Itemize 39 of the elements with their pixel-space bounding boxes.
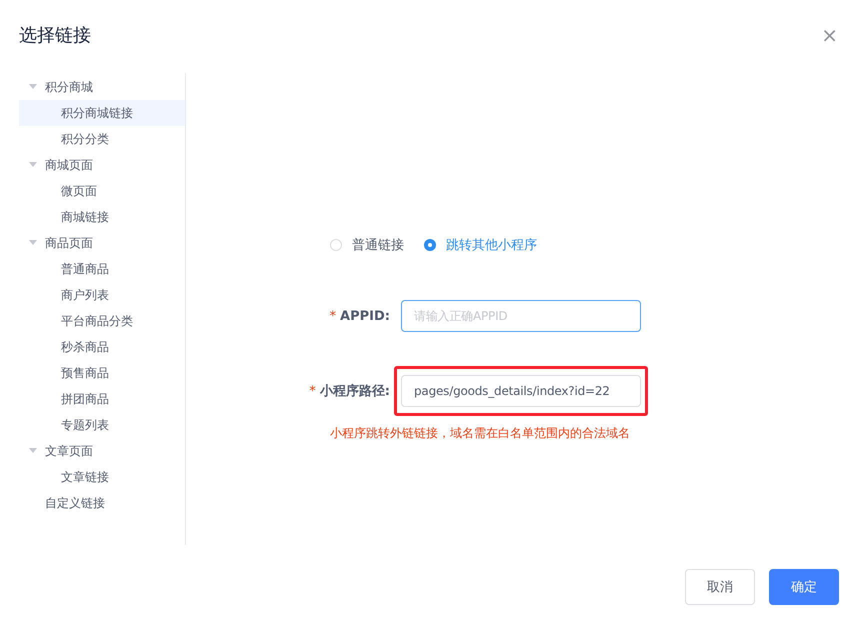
- radio-label: 跳转其他小程序: [446, 237, 537, 254]
- field-label-text: 小程序路径:: [320, 384, 390, 399]
- tree-group[interactable]: 商城页面: [19, 152, 185, 178]
- input-field[interactable]: 请输入正确APPID: [401, 300, 641, 332]
- tree-item[interactable]: 专题列表: [19, 412, 185, 438]
- tree-item[interactable]: 商城链接: [19, 204, 185, 230]
- tree-group[interactable]: 商品页面: [19, 230, 185, 256]
- cancel-button[interactable]: 取消: [685, 569, 755, 605]
- tree-item[interactable]: 积分商城链接: [19, 100, 185, 126]
- radio-option[interactable]: 普通链接: [330, 236, 404, 254]
- dialog-title: 选择链接: [19, 24, 91, 47]
- tree-item[interactable]: 商户列表: [19, 282, 185, 308]
- hint-text: 小程序跳转外链链接，域名需在白名单范围内的合法域名: [330, 425, 631, 442]
- tree-item[interactable]: 文章链接: [19, 464, 185, 490]
- tree-group-label: 积分商城: [45, 78, 93, 96]
- caret-icon[interactable]: [29, 84, 37, 90]
- tree-group[interactable]: 文章页面: [19, 438, 185, 464]
- tree-item[interactable]: 积分分类: [19, 126, 185, 152]
- tree-group-label: 商品页面: [45, 234, 93, 252]
- tree-item[interactable]: 预售商品: [19, 360, 185, 386]
- tree-item[interactable]: 秒杀商品: [19, 334, 185, 360]
- required-mark: *: [309, 384, 316, 399]
- tree-item[interactable]: 微页面: [19, 178, 185, 204]
- required-mark: *: [330, 308, 336, 324]
- radio-label: 普通链接: [352, 236, 404, 254]
- tree-item[interactable]: 拼团商品: [19, 386, 185, 412]
- tree-item[interactable]: 自定义链接: [19, 490, 185, 516]
- tree-group-label: 商城页面: [45, 156, 93, 174]
- tree-group[interactable]: 积分商城: [19, 74, 185, 100]
- caret-icon[interactable]: [29, 240, 37, 246]
- input-field[interactable]: pages/goods_details/index?id=22: [401, 375, 641, 407]
- caret-icon[interactable]: [29, 162, 37, 168]
- tree-group-label: 文章页面: [45, 442, 93, 460]
- tree-item[interactable]: 平台商品分类: [19, 308, 185, 334]
- field-label-text: APPID:: [340, 308, 390, 324]
- tree-item[interactable]: 普通商品: [19, 256, 185, 282]
- confirm-button[interactable]: 确定: [769, 569, 839, 605]
- radio-icon[interactable]: [424, 239, 436, 251]
- caret-icon[interactable]: [29, 448, 37, 454]
